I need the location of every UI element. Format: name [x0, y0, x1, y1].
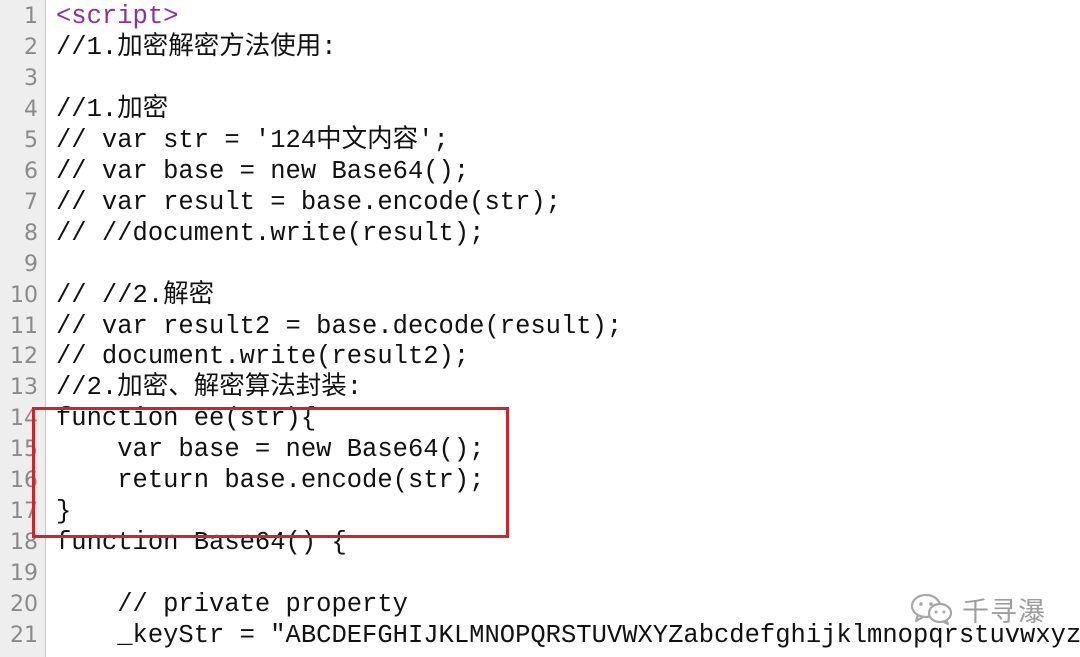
code-editor[interactable]: 1 <script> 2 //1.加密解密方法使用: 3 4 //1.加密 5 // var s…	[0, 0, 1080, 657]
code-line: 8 // //document.write(result);	[0, 219, 1080, 249]
code-line: 19	[0, 559, 1080, 589]
line-number: 4	[24, 96, 38, 122]
line-number: 10	[10, 282, 38, 308]
code-text[interactable]: // var str = '124中文内容';	[56, 126, 449, 156]
line-number: 7	[24, 189, 38, 215]
code-line: 7 // var result = base.encode(str);	[0, 188, 1080, 218]
code-line: 10 // //2.解密	[0, 281, 1080, 311]
code-text[interactable]: // var base = new Base64();	[56, 157, 469, 187]
code-line: 4 //1.加密	[0, 95, 1080, 125]
code-text[interactable]: // private property	[56, 590, 408, 620]
code-text[interactable]: //1.加密	[56, 95, 168, 125]
line-number: 12	[10, 344, 38, 370]
code-line: 5 // var str = '124中文内容';	[0, 126, 1080, 156]
code-text[interactable]: //1.加密解密方法使用:	[56, 33, 337, 63]
line-number: 11	[10, 313, 38, 339]
line-number: 18	[10, 530, 38, 556]
line-number: 6	[24, 158, 38, 184]
line-number: 1	[24, 4, 38, 29]
code-text[interactable]: // var result2 = base.decode(result);	[56, 312, 622, 342]
watermark: 千寻瀑	[910, 589, 1046, 629]
line-number: 13	[10, 375, 38, 401]
line-number: 9	[24, 251, 38, 277]
code-text[interactable]: function Base64() {	[56, 528, 347, 558]
code-line: 6 // var base = new Base64();	[0, 157, 1080, 187]
line-number: 17	[10, 499, 38, 525]
line-number: 3	[24, 65, 38, 91]
code-line: 11 // var result2 = base.decode(result);	[0, 312, 1080, 342]
code-line: 14 function ee(str){	[0, 404, 1080, 434]
line-number: 16	[10, 468, 38, 494]
watermark-text: 千寻瀑	[962, 596, 1046, 628]
line-number: 5	[24, 127, 38, 153]
line-number: 14	[10, 406, 38, 432]
code-text[interactable]: return base.encode(str);	[56, 466, 484, 496]
line-number: 21	[10, 623, 38, 648]
code-line: 1 <script>	[0, 2, 1080, 32]
line-number: 8	[24, 220, 38, 246]
line-number: 15	[10, 437, 38, 463]
code-text[interactable]: // document.write(result2);	[56, 342, 469, 372]
code-text[interactable]: // //2.解密	[56, 281, 214, 311]
code-line: 2 //1.加密解密方法使用:	[0, 33, 1080, 63]
wechat-icon	[910, 593, 953, 626]
code-line: 15 var base = new Base64();	[0, 435, 1080, 465]
code-text[interactable]: //2.加密、解密算法封装:	[56, 373, 362, 403]
code-text[interactable]: // var result = base.encode(str);	[56, 188, 561, 218]
line-number: 20	[10, 592, 38, 618]
code-line: 13 //2.加密、解密算法封装:	[0, 373, 1080, 403]
code-line: 12 // document.write(result2);	[0, 342, 1080, 372]
code-line: 9	[0, 250, 1080, 280]
code-text[interactable]: var base = new Base64();	[56, 435, 484, 465]
code-text[interactable]: function ee(str){	[56, 404, 316, 434]
line-number: 19	[10, 561, 38, 587]
code-line: 18 function Base64() {	[0, 528, 1080, 558]
code-line: 16 return base.encode(str);	[0, 466, 1080, 496]
code-text[interactable]: }	[56, 497, 71, 527]
code-line: 17}	[0, 497, 1080, 527]
code-text[interactable]: <script>	[56, 2, 178, 32]
code-text[interactable]: // //document.write(result);	[56, 219, 484, 249]
code-line: 3	[0, 64, 1080, 94]
line-number: 2	[24, 34, 38, 60]
